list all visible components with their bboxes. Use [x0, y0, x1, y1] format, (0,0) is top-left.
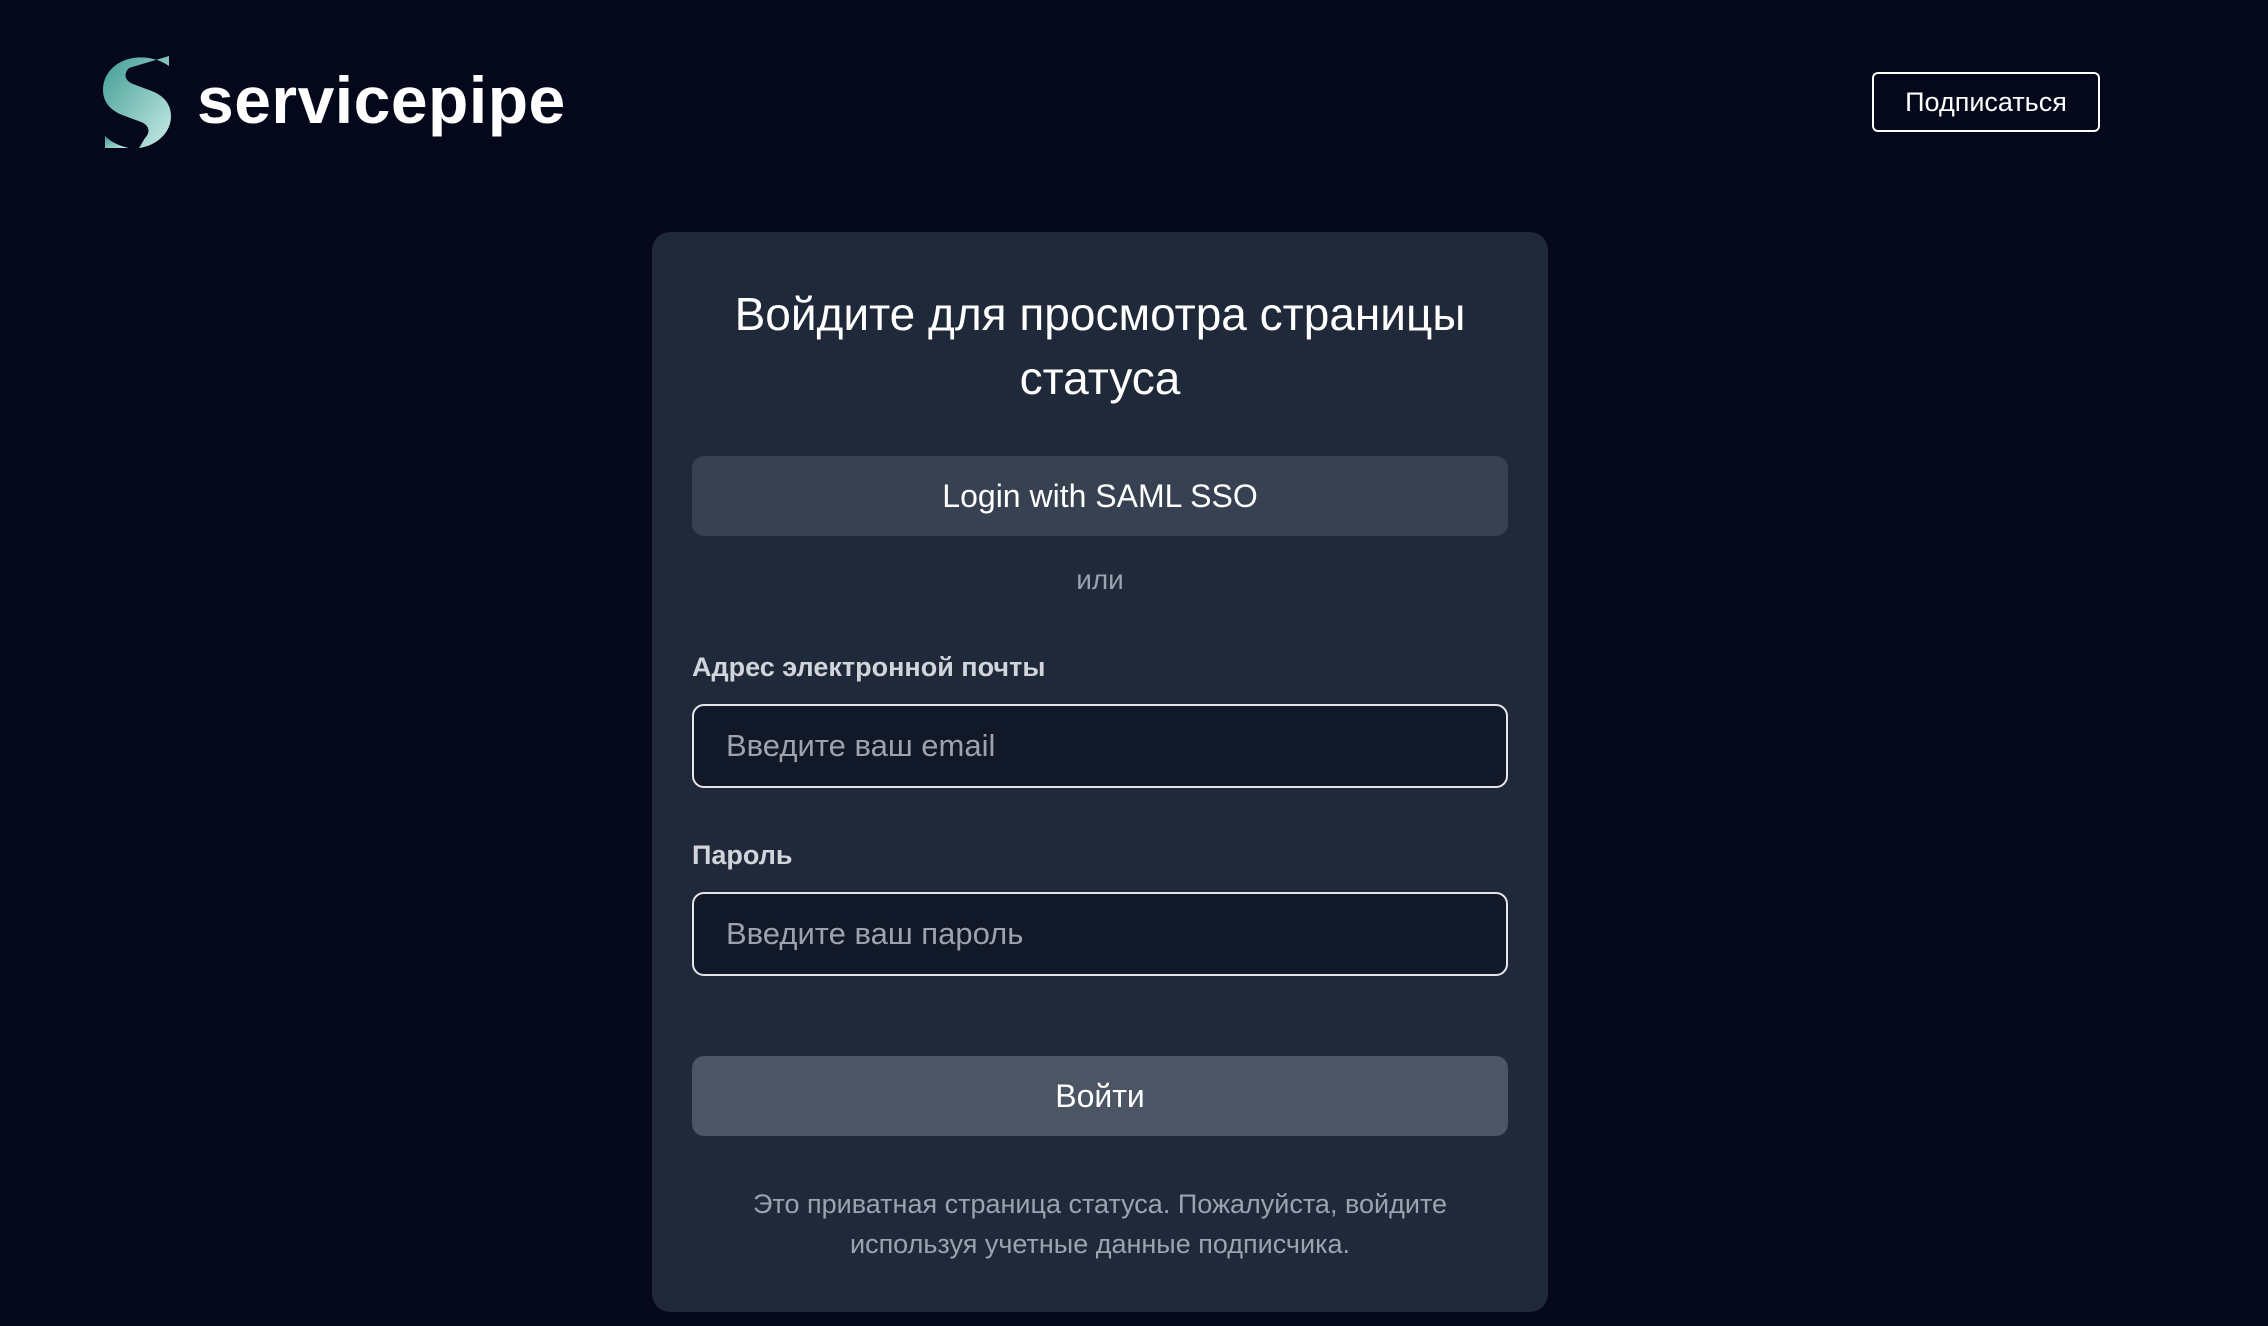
email-field[interactable] [692, 704, 1508, 788]
login-card: Войдите для просмотра страницы статуса L… [652, 232, 1548, 1312]
password-field[interactable] [692, 892, 1508, 976]
email-label: Адрес электронной почты [692, 652, 1046, 682]
site-header: servicepipe Подписаться [0, 0, 2268, 200]
login-submit-button[interactable]: Войти [692, 1056, 1508, 1136]
subscribe-button[interactable]: Подписаться [1872, 72, 2100, 132]
password-label: Пароль [692, 840, 793, 870]
saml-sso-login-button[interactable]: Login with SAML SSO [692, 456, 1508, 536]
brand-link[interactable]: servicepipe [99, 52, 566, 152]
private-page-notice: Это приватная страница статуса. Пожалуйс… [753, 1189, 1447, 1259]
servicepipe-logo-icon [103, 56, 171, 148]
login-title: Войдите для просмотра страницы статуса [734, 288, 1466, 404]
brand-name: servicepipe [197, 63, 566, 137]
or-divider: или [1076, 564, 1124, 595]
